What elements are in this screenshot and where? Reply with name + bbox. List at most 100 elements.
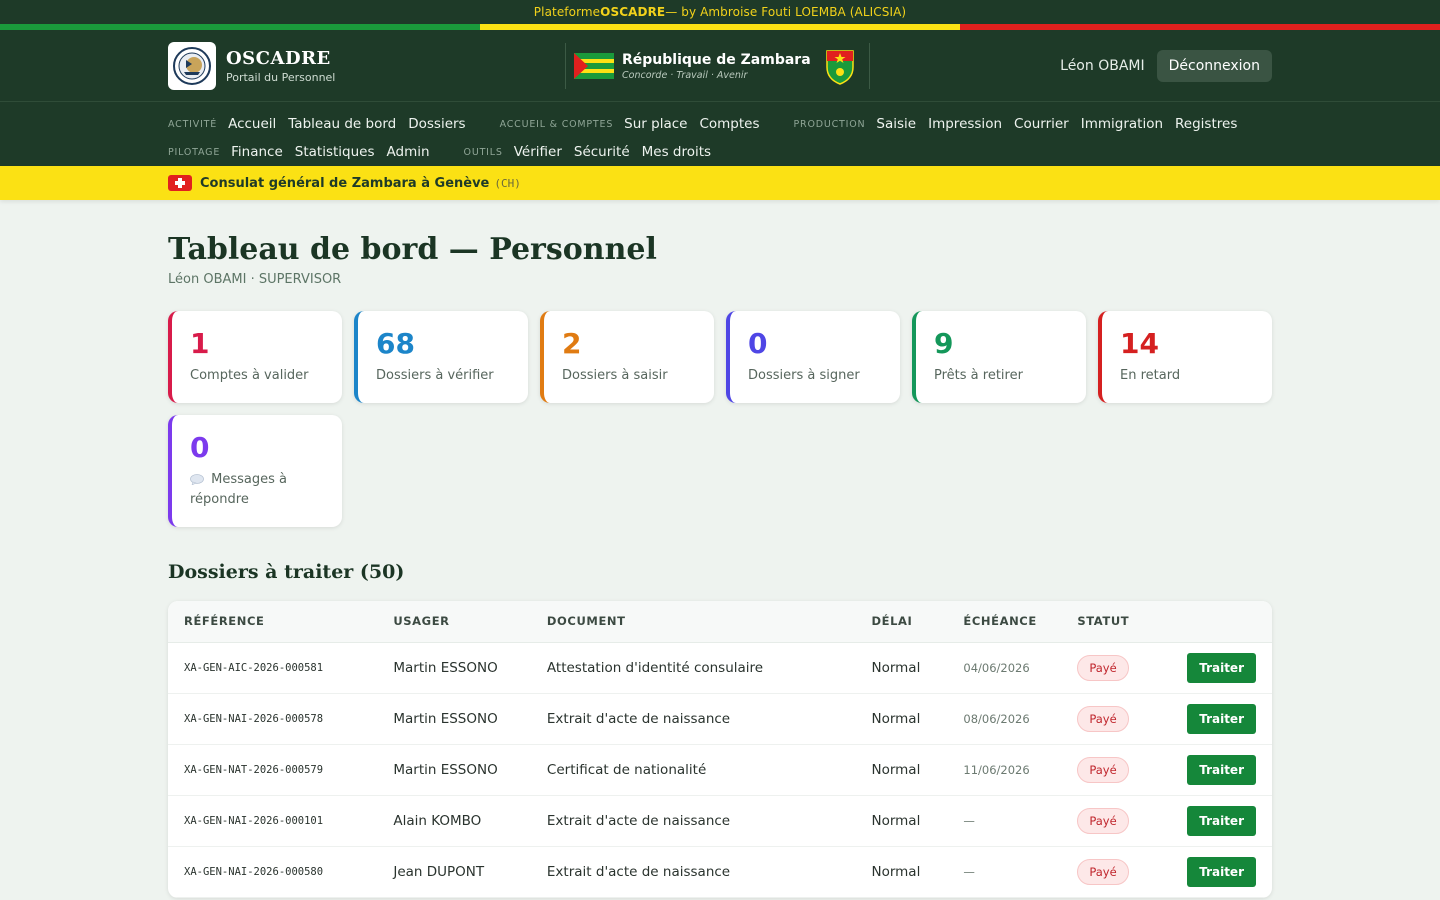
traiter-button[interactable]: Traiter (1187, 805, 1256, 836)
nav-category-label: ACTIVITÉ (168, 118, 218, 130)
nav-group-pilotage: PILOTAGE Finance Statistiques Admin (168, 144, 442, 160)
status-badge: Payé (1077, 858, 1129, 885)
nav-link-comptes[interactable]: Comptes (699, 116, 759, 132)
cell-reference: XA-GEN-NAT-2026-000579 (168, 744, 378, 796)
stat-value: 68 (376, 327, 415, 360)
cell-echeance: 11/06/2026 (947, 744, 1062, 796)
table-row[interactable]: XA-GEN-NAI-2026-000101 Alain KOMBO Extra… (168, 795, 1272, 847)
cell-reference: XA-GEN-AIC-2026-000581 (168, 642, 378, 694)
stat-label: Prêts à retirer (934, 368, 1023, 383)
traiter-button[interactable]: Traiter (1187, 856, 1256, 887)
dossiers-table-card: RÉFÉRENCE USAGER DOCUMENT DÉLAI ÉCHÉANCE… (168, 601, 1272, 898)
consulate-country-code: (CH) (494, 176, 521, 190)
speech-bubble-icon (190, 474, 204, 486)
stats-grid: 1 Comptes à valider 68 Dossiers à vérifi… (168, 311, 1272, 527)
column-header-delai[interactable]: DÉLAI (855, 601, 948, 643)
status-badge: Payé (1077, 756, 1129, 783)
status-badge: Payé (1077, 705, 1129, 732)
table-row[interactable]: XA-GEN-NAI-2026-000580 Jean DUPONT Extra… (168, 846, 1272, 898)
stat-label: Dossiers à saisir (562, 368, 668, 383)
stat-label-row: Messages à répondre (190, 470, 324, 510)
nav-link-verifier[interactable]: Vérifier (514, 144, 562, 160)
table-row[interactable]: XA-GEN-AIC-2026-000581 Martin ESSONO Att… (168, 642, 1272, 694)
nav-link-saisie[interactable]: Saisie (876, 116, 916, 132)
stat-label: Dossiers à vérifier (376, 368, 494, 383)
cell-action: Traiter (1171, 693, 1272, 745)
cell-document: Extrait d'acte de naissance (530, 693, 856, 745)
credit-bar: Plateforme OSCADRE — by Ambroise Fouti L… (0, 0, 1440, 24)
nav-link-statistiques[interactable]: Statistiques (295, 144, 375, 160)
stat-label: Dossiers à signer (748, 368, 860, 383)
nav-row-2: PILOTAGE Finance Statistiques Admin OUTI… (168, 138, 1272, 166)
traiter-button[interactable]: Traiter (1187, 652, 1256, 683)
column-header-statut[interactable]: STATUT (1061, 601, 1172, 643)
stat-value: 0 (190, 431, 210, 464)
column-header-reference[interactable]: RÉFÉRENCE (168, 601, 378, 643)
nav-link-registres[interactable]: Registres (1175, 116, 1237, 132)
stat-label: Messages à répondre (190, 472, 287, 507)
column-header-document[interactable]: DOCUMENT (530, 601, 856, 643)
cell-reference: XA-GEN-NAI-2026-000580 (168, 846, 378, 898)
nav-link-accueil[interactable]: Accueil (228, 116, 276, 132)
zambara-flag-icon (574, 53, 614, 79)
stat-card-dossiers-a-signer[interactable]: 0 Dossiers à signer (726, 311, 900, 403)
cell-delai: Normal (855, 693, 948, 745)
nav-link-admin[interactable]: Admin (387, 144, 430, 160)
cell-delai: Normal (855, 642, 948, 694)
cell-document: Attestation d'identité consulaire (530, 642, 856, 694)
cell-echeance: — (947, 846, 1062, 898)
table-row[interactable]: XA-GEN-NAT-2026-000579 Martin ESSONO Cer… (168, 744, 1272, 796)
consulate-banner: Consulat général de Zambara à Genève (CH… (0, 166, 1440, 200)
stat-card-comptes-a-valider[interactable]: 1 Comptes à valider (168, 311, 342, 403)
cell-usager: Martin ESSONO (377, 744, 531, 796)
cell-document: Extrait d'acte de naissance (530, 795, 856, 847)
cell-reference: XA-GEN-NAI-2026-000578 (168, 693, 378, 745)
table-header-row: RÉFÉRENCE USAGER DOCUMENT DÉLAI ÉCHÉANCE… (168, 601, 1272, 643)
nav-link-impression[interactable]: Impression (928, 116, 1002, 132)
nav-link-courrier[interactable]: Courrier (1014, 116, 1069, 132)
cell-echeance: — (947, 795, 1062, 847)
nav-category-label: PILOTAGE (168, 146, 221, 158)
nav-link-mes-droits[interactable]: Mes droits (642, 144, 711, 160)
stat-label: Comptes à valider (190, 368, 309, 383)
logout-button[interactable]: Déconnexion (1156, 50, 1272, 82)
main-nav: ACTIVITÉ Accueil Tableau de bord Dossier… (0, 102, 1440, 166)
column-header-echeance[interactable]: ÉCHÉANCE (947, 601, 1062, 643)
traiter-button[interactable]: Traiter (1187, 703, 1256, 734)
nav-link-tableau-de-bord[interactable]: Tableau de bord (288, 116, 396, 132)
swiss-flag-icon (168, 175, 192, 191)
stat-card-dossiers-a-saisir[interactable]: 2 Dossiers à saisir (540, 311, 714, 403)
cell-document: Extrait d'acte de naissance (530, 846, 856, 898)
stat-card-prets-a-retirer[interactable]: 9 Prêts à retirer (912, 311, 1086, 403)
cell-statut: Payé (1061, 795, 1172, 847)
republic-motto: Concorde · Travail · Avenir (622, 69, 748, 81)
nav-link-finance[interactable]: Finance (231, 144, 283, 160)
status-badge: Payé (1077, 807, 1129, 834)
stat-card-dossiers-a-verifier[interactable]: 68 Dossiers à vérifier (354, 311, 528, 403)
cell-statut: Payé (1061, 846, 1172, 898)
page-subtitle: Léon OBAMI · SUPERVISOR (168, 272, 342, 287)
current-user-name: Léon OBAMI (1060, 58, 1145, 74)
cell-action: Traiter (1171, 642, 1272, 694)
nav-link-immigration[interactable]: Immigration (1081, 116, 1163, 132)
nav-link-dossiers[interactable]: Dossiers (408, 116, 465, 132)
stat-value: 1 (190, 327, 210, 360)
credit-suffix: — by Ambroise Fouti LOEMBA (ALICSIA) (665, 5, 907, 19)
cell-delai: Normal (855, 846, 948, 898)
brand-name: OSCADRE (226, 48, 331, 69)
emblem-icon (173, 47, 211, 85)
nav-link-sur-place[interactable]: Sur place (624, 116, 687, 132)
table-row[interactable]: XA-GEN-NAI-2026-000578 Martin ESSONO Ext… (168, 693, 1272, 745)
nav-link-securite[interactable]: Sécurité (574, 144, 630, 160)
traiter-button[interactable]: Traiter (1187, 754, 1256, 785)
nav-group-production: PRODUCTION Saisie Impression Courrier Im… (794, 116, 1250, 132)
column-header-usager[interactable]: USAGER (377, 601, 531, 643)
cell-usager: Jean DUPONT (377, 846, 531, 898)
cell-delai: Normal (855, 795, 948, 847)
cell-usager: Martin ESSONO (377, 693, 531, 745)
stat-card-en-retard[interactable]: 14 En retard (1098, 311, 1272, 403)
cell-usager: Alain KOMBO (377, 795, 531, 847)
oscadre-logo[interactable] (168, 42, 216, 90)
stat-card-messages-a-repondre[interactable]: 0 Messages à répondre (168, 415, 342, 527)
credit-prefix: Plateforme (533, 5, 601, 19)
